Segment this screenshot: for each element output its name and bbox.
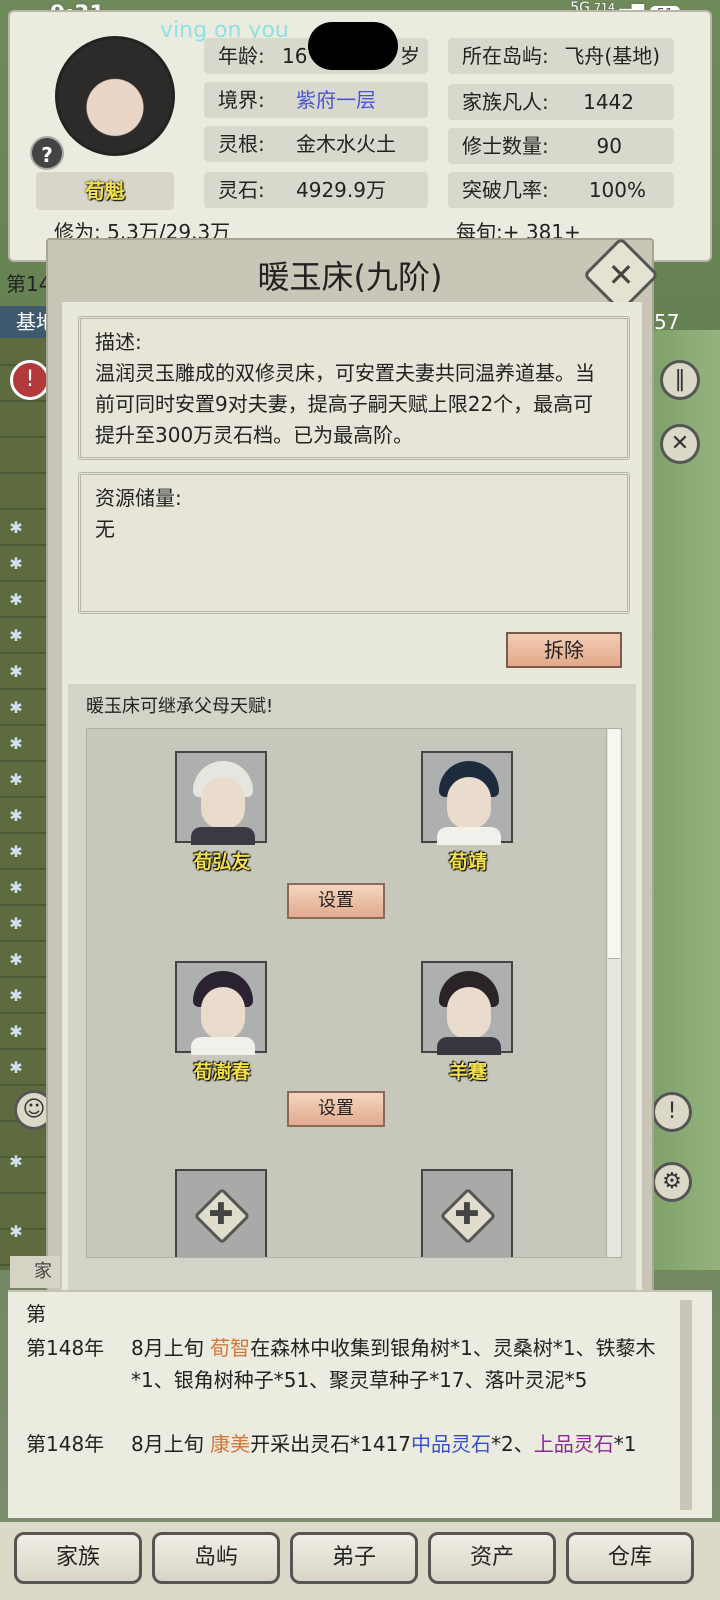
- plus-icon: ✚: [454, 1197, 480, 1232]
- stat-realm-value: 紫府一层: [296, 88, 376, 112]
- map-tile-icon: ✱: [9, 878, 23, 897]
- stat-age-value: 16: [282, 44, 308, 68]
- plus-icon: ✚: [208, 1197, 234, 1232]
- map-tile-icon: ✱: [9, 590, 23, 609]
- portrait-right-2[interactable]: [421, 961, 513, 1055]
- stat-spirit-stones-value: 4929.9万: [296, 178, 386, 202]
- map-tile-icon: ✱: [9, 1022, 23, 1041]
- event-log: 第 第148年 8月上旬 荀智在森林中收集到银角树*1、灵桑树*1、铁藜木*1、…: [8, 1290, 712, 1518]
- log-scrollbar[interactable]: [680, 1300, 692, 1510]
- side-year-label: 第14: [6, 272, 52, 296]
- slot-list-scrollbar[interactable]: [606, 728, 622, 1258]
- log-partial-label: 第: [26, 1302, 46, 1326]
- inheritance-note: 暖玉床可继承父母天赋!: [86, 696, 274, 717]
- empty-slot-left[interactable]: ✚: [175, 1169, 267, 1257]
- storage-value: 无: [95, 517, 115, 541]
- stat-mortals-value: 1442: [583, 90, 634, 114]
- character-avatar[interactable]: [55, 36, 175, 156]
- stat-realm-label: 境界:: [218, 88, 265, 112]
- portrait-left-2[interactable]: [175, 961, 267, 1055]
- settings-gear-icon[interactable]: ⚙: [652, 1162, 692, 1202]
- map-tile-icon: ✱: [9, 914, 23, 933]
- log-item-high-grade: 上品灵石: [533, 1432, 614, 1456]
- close-map-icon[interactable]: ✕: [660, 424, 700, 464]
- pause-icon[interactable]: ‖: [660, 360, 700, 400]
- portrait-right-1[interactable]: [421, 751, 513, 845]
- map-tile-icon: ✱: [9, 1152, 23, 1171]
- map-tile-icon: ✱: [9, 698, 23, 717]
- stat-mortals: 家族凡人: 1442: [448, 84, 674, 120]
- log-person-name: 康美: [210, 1432, 251, 1456]
- log-year: 第148年: [26, 1336, 105, 1360]
- notice-icon[interactable]: !: [652, 1092, 692, 1132]
- stat-breakthrough: 突破几率: 100%: [448, 172, 674, 208]
- side-number: 57: [654, 310, 680, 334]
- log-text: 8月上旬 荀智在森林中收集到银角树*1、灵桑树*1、铁藜木*1、银角树种子*51…: [131, 1336, 656, 1392]
- couple-slot-list[interactable]: 荀弘友 荀靖 设置 荀澍春 羊蹇 设置 ✚ ✚: [86, 728, 622, 1258]
- question-icon[interactable]: ?: [30, 136, 64, 170]
- map-tile-icon: ✱: [9, 950, 23, 969]
- parent-name: 荀澍春: [193, 1061, 251, 1083]
- set-couple-button[interactable]: 设置: [287, 883, 385, 919]
- stat-spirit-stones-label: 灵石:: [218, 178, 265, 202]
- nav-warehouse-button[interactable]: 仓库: [566, 1532, 694, 1584]
- description-text: 温润灵玉雕成的双修灵床，可安置夫妻共同温养道基。当前可同时安置9对夫妻，提高子嗣…: [95, 361, 595, 447]
- portrait-left-1[interactable]: [175, 751, 267, 845]
- map-tile-icon: ✱: [9, 1058, 23, 1077]
- log-entry: 第148年 8月上旬 荀智在森林中收集到银角树*1、灵桑树*1、铁藜木*1、银角…: [26, 1332, 686, 1428]
- redaction-mark: [308, 22, 398, 70]
- empty-slot-right[interactable]: ✚: [421, 1169, 513, 1257]
- map-tile-icon: ✱: [9, 518, 23, 537]
- description-heading: 描述:: [95, 330, 142, 354]
- nav-family-button[interactable]: 家族: [14, 1532, 142, 1584]
- log-text: 8月上旬 康美开采出灵石*1417中品灵石*2、上品灵石*1: [131, 1432, 637, 1456]
- map-tile-icon: ✱: [9, 986, 23, 1005]
- stat-age-label: 年龄:: [218, 44, 265, 68]
- stat-spirit-root-label: 灵根:: [218, 132, 265, 156]
- storage-heading: 资源储量:: [95, 486, 182, 510]
- parent-name: 荀弘友: [193, 851, 251, 873]
- map-tile-icon: ✱: [9, 662, 23, 681]
- map-tile-icon: ✱: [9, 1222, 23, 1241]
- modal-body: 描述: 温润灵玉雕成的双修灵床，可安置夫妻共同温养道基。当前可同时安置9对夫妻，…: [62, 302, 642, 1312]
- log-item-mid-grade: 中品灵石: [411, 1432, 491, 1456]
- building-detail-modal: 暖玉床(九阶) ✕ 描述: 温润灵玉雕成的双修灵床，可安置夫妻共同温养道基。当前…: [46, 236, 660, 1328]
- stat-island-value: 飞舟(基地): [564, 44, 660, 68]
- map-tile-icon: ✱: [9, 842, 23, 861]
- description-box: 描述: 温润灵玉雕成的双修灵床，可安置夫妻共同温养道基。当前可同时安置9对夫妻，…: [78, 316, 630, 460]
- bottom-navigation: 家族 岛屿 弟子 资产 仓库: [0, 1522, 720, 1600]
- stat-spirit-stones: 灵石: 4929.9万: [204, 172, 428, 208]
- nav-assets-button[interactable]: 资产: [428, 1532, 556, 1584]
- map-tile-icon: ✱: [9, 554, 23, 573]
- scrollbar-thumb[interactable]: [608, 729, 620, 959]
- demolish-button[interactable]: 拆除: [506, 632, 622, 668]
- inheritance-panel: 暖玉床可继承父母天赋! 荀弘友 荀靖 设置 荀澍春 羊蹇 设置 ✚ ✚: [68, 684, 636, 1310]
- stat-breakthrough-value: 100%: [588, 178, 646, 202]
- nav-island-button[interactable]: 岛屿: [152, 1532, 280, 1584]
- character-name: 荀魁: [36, 172, 174, 210]
- map-tile-icon: ✱: [9, 626, 23, 645]
- modal-title: 暖玉床(九阶): [257, 258, 443, 296]
- parent-name: 荀靖: [448, 851, 487, 873]
- map-tile-icon: ✱: [9, 770, 23, 789]
- stat-cultivators-value: 90: [596, 134, 622, 158]
- stat-island: 所在岛屿: 飞舟(基地): [448, 38, 674, 74]
- parent-name: 羊蹇: [448, 1061, 487, 1083]
- log-person-name: 荀智: [210, 1336, 251, 1360]
- stat-spirit-root: 灵根: 金木水火土: [204, 126, 428, 162]
- log-entry: 第148年 8月上旬 康美开采出灵石*1417中品灵石*2、上品灵石*1: [26, 1428, 686, 1492]
- log-tab[interactable]: 家: [10, 1256, 60, 1288]
- stat-realm: 境界: 紫府一层: [204, 82, 428, 118]
- map-tile-icon: ✱: [9, 806, 23, 825]
- log-year: 第148年: [26, 1432, 105, 1456]
- storage-box: 资源储量: 无: [78, 472, 630, 614]
- map-tile-icon: ✱: [9, 734, 23, 753]
- set-couple-button[interactable]: 设置: [287, 1091, 385, 1127]
- nav-disciples-button[interactable]: 弟子: [290, 1532, 418, 1584]
- stat-cultivators: 修士数量: 90: [448, 128, 674, 164]
- stat-spirit-root-value: 金木水火土: [296, 132, 396, 156]
- alert-icon[interactable]: !: [10, 360, 50, 400]
- stat-age-suffix: 岁: [400, 44, 420, 68]
